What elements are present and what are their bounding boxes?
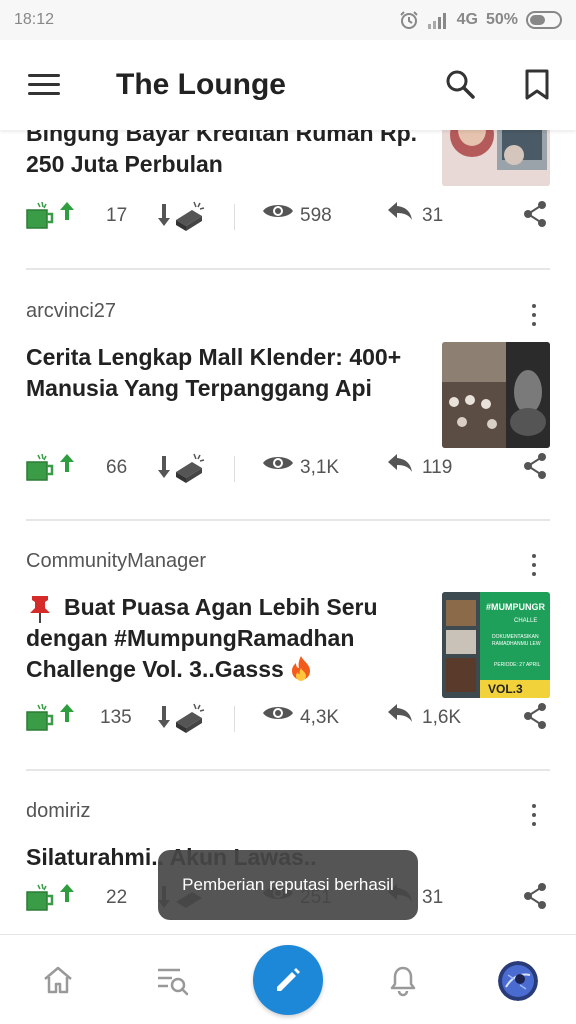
view-count: 598 — [300, 205, 332, 226]
cendol-icon[interactable] — [24, 452, 56, 482]
upvote-count: 135 — [100, 707, 132, 728]
thread-card[interactable]: Bingung Bayar Kreditan Rumah Rp. 250 Jut… — [0, 130, 576, 270]
more-options-icon[interactable] — [522, 802, 546, 828]
thread-title[interactable]: Bingung Bayar Kreditan Rumah Rp. 250 Jut… — [26, 130, 426, 180]
author-name[interactable]: CommunityManager — [26, 550, 206, 573]
signal-icon — [427, 13, 446, 29]
author-name[interactable]: domiriz — [26, 800, 90, 823]
bata-downvote-icon[interactable] — [156, 200, 208, 234]
reply-count: 119 — [422, 457, 453, 478]
upvote-count: 66 — [106, 457, 128, 478]
thread-actions: 135 4,3K 1,6K — [0, 702, 576, 736]
divider — [234, 456, 235, 482]
upvote-count: 22 — [106, 887, 128, 908]
view-count: 4,3K — [300, 707, 340, 728]
page-title: The Lounge — [116, 68, 286, 101]
upvote-arrow-icon[interactable] — [58, 200, 76, 222]
view-count: 3,1K — [300, 457, 340, 478]
views-icon — [263, 205, 293, 217]
reply-icon[interactable] — [386, 200, 414, 222]
cendol-icon[interactable] — [24, 200, 56, 230]
bata-downvote-icon[interactable] — [156, 452, 208, 486]
thread-title-text: Buat Puasa Agan Lebih Seru dengan #Mumpu… — [26, 594, 378, 682]
more-options-icon[interactable] — [522, 552, 546, 578]
thread-thumbnail[interactable] — [442, 130, 550, 186]
create-thread-button[interactable] — [253, 945, 323, 1015]
thread-actions: 17 598 31 — [0, 200, 576, 234]
bottom-navigation — [0, 934, 576, 1024]
notification-bell-icon[interactable] — [388, 965, 418, 997]
thread-title[interactable]: Buat Puasa Agan Lebih Seru dengan #Mumpu… — [26, 592, 426, 685]
thread-title[interactable]: Cerita Lengkap Mall Klender: 400+ Manusi… — [26, 342, 426, 404]
reply-icon[interactable] — [386, 452, 414, 474]
thread-thumbnail[interactable] — [442, 342, 550, 448]
thread-thumbnail[interactable]: #MUMPUNGR CHALLE DOKUMENTASIKAN RAMADHAN… — [442, 592, 550, 698]
thumb-banner-text: VOL.3 — [488, 682, 523, 696]
upvote-arrow-icon[interactable] — [58, 882, 76, 904]
reply-count: 1,6K — [422, 707, 462, 728]
battery-percent: 50% — [485, 11, 518, 28]
reply-count: 31 — [422, 205, 444, 226]
upvote-arrow-icon[interactable] — [58, 452, 76, 474]
divider — [234, 706, 235, 732]
thumb-banner-text: CHALLE — [514, 618, 537, 624]
thread-card[interactable]: arcvinci27 Cerita Lengkap Mall Klender: … — [0, 270, 576, 521]
thread-feed: Bingung Bayar Kreditan Rumah Rp. 250 Jut… — [0, 130, 576, 934]
toast-message: Pemberian reputasi berhasil — [158, 850, 418, 920]
divider — [234, 204, 235, 230]
share-icon[interactable] — [522, 200, 548, 228]
thumb-banner-text: PERIODE: 27 APRIL — [494, 662, 541, 668]
views-icon — [263, 707, 293, 719]
thread-actions: 66 3,1K 119 — [0, 452, 576, 486]
cendol-icon[interactable] — [24, 702, 56, 732]
screen: 18:12 4G 50% The Lounge Bingung Bayar Kr… — [0, 0, 576, 1024]
search-icon[interactable] — [444, 68, 476, 100]
reply-icon[interactable] — [386, 702, 414, 724]
thumb-banner-text: #MUMPUNGR — [486, 602, 546, 612]
upvote-arrow-icon[interactable] — [58, 702, 76, 724]
more-options-icon[interactable] — [522, 302, 546, 328]
thumb-banner-text: DOKUMENTASIKAN — [492, 634, 539, 640]
share-icon[interactable] — [522, 452, 548, 480]
bookmark-icon[interactable] — [522, 68, 552, 100]
status-time: 18:12 — [14, 11, 55, 28]
views-icon — [263, 457, 293, 469]
thread-card[interactable]: CommunityManager Buat Puasa Agan Lebih S… — [0, 520, 576, 771]
reply-count: 31 — [422, 887, 444, 908]
pencil-icon — [277, 968, 300, 991]
bata-downvote-icon[interactable] — [156, 702, 208, 736]
fire-icon — [292, 656, 311, 681]
profile-avatar[interactable] — [498, 961, 538, 1001]
explore-icon[interactable] — [156, 965, 190, 997]
menu-icon[interactable] — [28, 74, 60, 96]
share-icon[interactable] — [522, 882, 548, 910]
share-icon[interactable] — [522, 702, 548, 730]
status-icons: 4G 50% — [399, 10, 562, 30]
alarm-icon — [399, 11, 418, 29]
network-label: 4G — [456, 11, 478, 28]
battery-icon — [526, 11, 562, 29]
status-bar: 18:12 4G 50% — [0, 0, 576, 40]
author-name[interactable]: arcvinci27 — [26, 300, 116, 323]
upvote-count: 17 — [106, 205, 128, 226]
app-bar: The Lounge — [0, 40, 576, 130]
cendol-icon[interactable] — [24, 882, 56, 912]
home-icon[interactable] — [42, 965, 74, 995]
thumb-banner-text: RAMADHANMU LEW — [492, 641, 541, 647]
